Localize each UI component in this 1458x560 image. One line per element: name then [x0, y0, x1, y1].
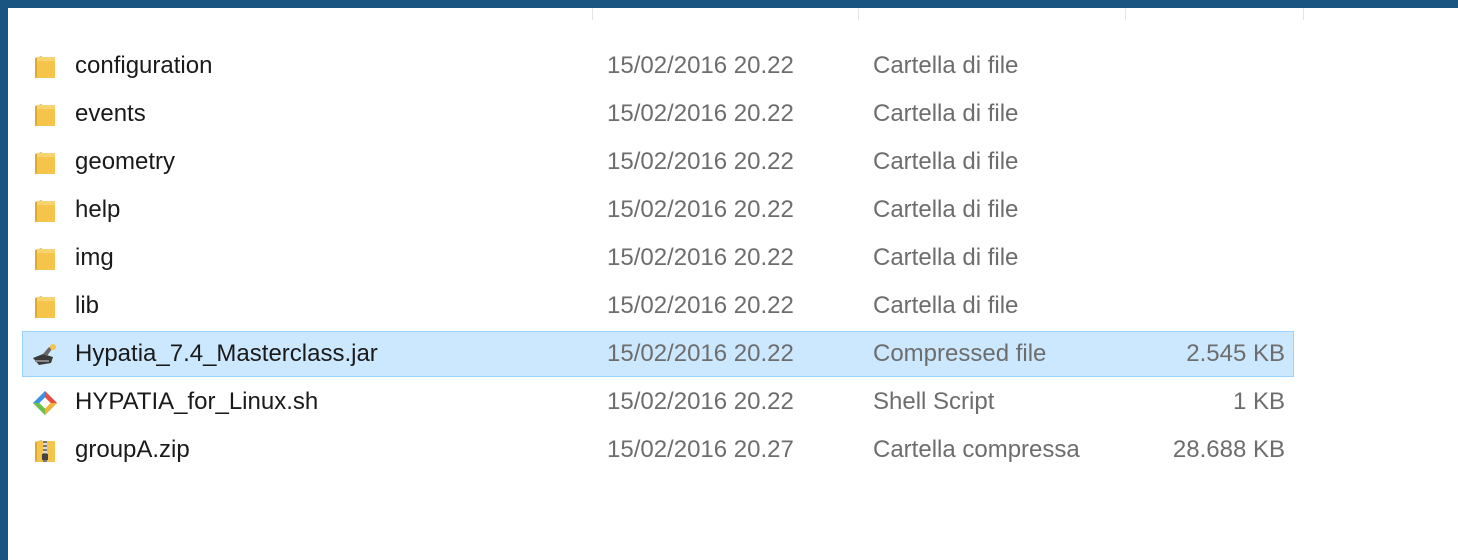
- folder-icon: [31, 245, 59, 273]
- file-row[interactable]: groupA.zip 15/02/2016 20.27 Cartella com…: [22, 427, 1294, 473]
- file-name: lib: [75, 292, 100, 319]
- file-name: geometry: [75, 148, 176, 175]
- column-divider[interactable]: [858, 8, 859, 20]
- file-name: configuration: [75, 52, 213, 79]
- file-row[interactable]: geometry 15/02/2016 20.22 Cartella di fi…: [22, 139, 1294, 185]
- file-type: Cartella di file: [873, 52, 1019, 79]
- file-row[interactable]: lib 15/02/2016 20.22 Cartella di file: [22, 283, 1294, 329]
- folder-icon: [31, 53, 59, 81]
- file-date-modified: 15/02/2016 20.22: [607, 244, 794, 271]
- file-type: Cartella di file: [873, 244, 1019, 271]
- file-name: Hypatia_7.4_Masterclass.jar: [75, 340, 378, 367]
- file-row[interactable]: help 15/02/2016 20.22 Cartella di file: [22, 187, 1294, 233]
- column-divider[interactable]: [1303, 8, 1304, 20]
- file-type: Cartella di file: [873, 148, 1019, 175]
- file-name: groupA.zip: [75, 436, 190, 463]
- file-date-modified: 15/02/2016 20.22: [607, 196, 794, 223]
- file-row[interactable]: Hypatia_7.4_Masterclass.jar 15/02/2016 2…: [22, 331, 1294, 377]
- file-explorer-window: configuration 15/02/2016 20.22 Cartella …: [8, 8, 1458, 560]
- column-divider[interactable]: [1125, 8, 1126, 20]
- file-name: events: [75, 100, 146, 127]
- folder-icon: [31, 293, 59, 321]
- file-name: img: [75, 244, 114, 271]
- file-type: Cartella compressa: [873, 436, 1080, 463]
- folder-icon: [31, 149, 59, 177]
- column-divider[interactable]: [592, 8, 593, 20]
- file-size: 2.545 KB: [1186, 340, 1285, 367]
- file-date-modified: 15/02/2016 20.22: [607, 148, 794, 175]
- shell-script-icon: [31, 389, 59, 417]
- file-type: Compressed file: [873, 340, 1047, 367]
- file-row[interactable]: HYPATIA_for_Linux.sh 15/02/2016 20.22 Sh…: [22, 379, 1294, 425]
- file-date-modified: 15/02/2016 20.22: [607, 292, 794, 319]
- file-type: Cartella di file: [873, 100, 1019, 127]
- folder-icon: [31, 197, 59, 225]
- zip-folder-icon: [31, 437, 59, 465]
- jar-file-icon: [31, 341, 59, 369]
- folder-icon: [31, 101, 59, 129]
- file-type: Shell Script: [873, 388, 995, 415]
- file-type: Cartella di file: [873, 196, 1019, 223]
- file-date-modified: 15/02/2016 20.27: [607, 436, 794, 463]
- file-size: 1 KB: [1232, 388, 1285, 415]
- file-row[interactable]: configuration 15/02/2016 20.22 Cartella …: [22, 43, 1294, 89]
- file-name: help: [75, 196, 121, 223]
- file-size: 28.688 KB: [1172, 436, 1285, 463]
- file-date-modified: 15/02/2016 20.22: [607, 100, 794, 127]
- file-date-modified: 15/02/2016 20.22: [607, 388, 794, 415]
- file-row[interactable]: events 15/02/2016 20.22 Cartella di file: [22, 91, 1294, 137]
- file-type: Cartella di file: [873, 292, 1019, 319]
- file-date-modified: 15/02/2016 20.22: [607, 52, 794, 79]
- file-date-modified: 15/02/2016 20.22: [607, 340, 794, 367]
- file-row[interactable]: img 15/02/2016 20.22 Cartella di file: [22, 235, 1294, 281]
- file-name: HYPATIA_for_Linux.sh: [75, 388, 319, 415]
